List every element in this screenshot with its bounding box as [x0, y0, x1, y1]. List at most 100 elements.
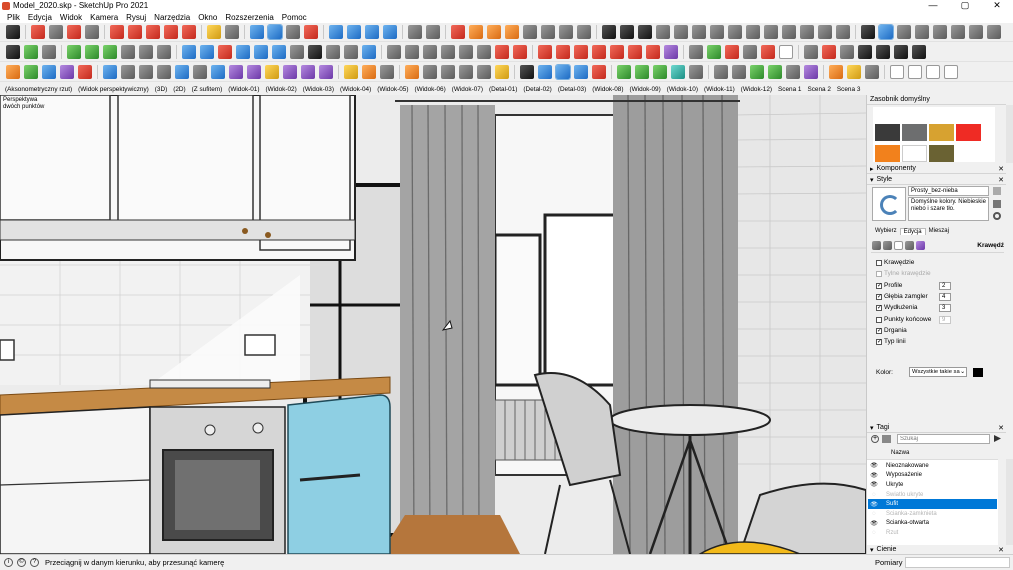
close-button[interactable]: ✕ [981, 0, 1013, 11]
ext-tool-9-icon[interactable] [602, 25, 616, 39]
tags-panel-header[interactable]: ▾ Tagi ✕ [867, 423, 1006, 433]
scene-tab[interactable]: (3D) [152, 84, 170, 95]
follow-me-icon[interactable] [128, 25, 142, 39]
maximize-button[interactable]: ▢ [949, 0, 981, 11]
eye-icon[interactable]: 👁 [868, 501, 880, 508]
align-3-icon[interactable] [103, 45, 117, 59]
box-3-icon[interactable] [139, 65, 153, 79]
measurements-input[interactable] [905, 557, 1010, 568]
dimension-3-icon[interactable] [157, 45, 171, 59]
material-swatch[interactable] [902, 124, 927, 141]
style-name-field[interactable]: Prosty_bez-nieba [908, 186, 989, 196]
components-panel-header[interactable]: ▸ Komponenty ✕ [867, 164, 1006, 174]
box-7-icon[interactable] [211, 65, 225, 79]
rotate-cross-icon[interactable] [894, 45, 908, 59]
material-swatch[interactable] [875, 145, 900, 162]
dimension-1-icon[interactable] [121, 45, 135, 59]
background-settings-icon[interactable] [894, 241, 903, 250]
ext-tool-1-icon[interactable] [451, 25, 465, 39]
style-option-checkbox[interactable]: Krawędzie [876, 258, 914, 267]
ext-tool-19-icon[interactable] [782, 25, 796, 39]
ext-tool-18-icon[interactable] [764, 25, 778, 39]
tag-row[interactable]: ◌ Rzut [868, 528, 997, 538]
arrow-2-icon[interactable] [840, 45, 854, 59]
ext-tool-2-icon[interactable] [469, 25, 483, 39]
line-3-icon[interactable] [477, 45, 491, 59]
right-view-icon[interactable] [951, 25, 965, 39]
grid-3-icon[interactable] [218, 45, 232, 59]
scene-tab[interactable]: (Aksonometryczny rzut) [2, 84, 75, 95]
box-9-icon[interactable] [247, 65, 261, 79]
display-section-icon[interactable] [347, 25, 361, 39]
ext-tool-5-icon[interactable] [523, 25, 537, 39]
move-icon[interactable] [146, 25, 160, 39]
grid-9-icon[interactable] [326, 45, 340, 59]
eye-icon[interactable]: 👁 [868, 481, 880, 488]
materials-panel-header[interactable]: Zasobnik domyślny [867, 95, 1006, 105]
ext-tool-14-icon[interactable] [692, 25, 706, 39]
diamond-7-icon[interactable] [646, 45, 660, 59]
house-2-icon[interactable] [24, 65, 38, 79]
tab-mix[interactable]: Mieszaj [926, 228, 952, 235]
scene-tab[interactable]: (Widok-02) [262, 84, 299, 95]
pen-icon[interactable] [495, 45, 509, 59]
ext-tool-20-icon[interactable] [800, 25, 814, 39]
table-1-icon[interactable] [387, 45, 401, 59]
ext-tool-24-icon[interactable] [878, 24, 894, 40]
walk-3-icon[interactable] [574, 65, 588, 79]
scene-tab[interactable]: (Widok-07) [449, 84, 486, 95]
material-swatch[interactable] [875, 124, 900, 141]
style-option-value[interactable]: 3 [939, 303, 951, 312]
ext-tool-16-icon[interactable] [728, 25, 742, 39]
style-option-checkbox[interactable]: Tylne krawędzie [876, 269, 931, 278]
scene-tab[interactable]: (Detal-01) [486, 84, 520, 95]
edge-color-select[interactable]: Wszystkie takie sa ⌄ [909, 367, 967, 377]
circle-1-icon[interactable] [689, 45, 703, 59]
info-icon[interactable] [344, 65, 358, 79]
tags-scrollbar[interactable] [1006, 459, 1013, 545]
scene-tab[interactable]: (2D) [170, 84, 188, 95]
select-tool-icon[interactable] [6, 25, 20, 39]
scene-tab[interactable]: (Widok-09) [626, 84, 663, 95]
style-option-checkbox[interactable]: ✓ Profile [876, 281, 902, 290]
add-tag-icon[interactable]: + [871, 435, 879, 443]
front-view-icon[interactable] [933, 25, 947, 39]
warehouse-icon[interactable] [426, 25, 440, 39]
tag-row[interactable]: 👁 Nieoznakowane [868, 461, 997, 471]
nav-3-icon[interactable] [768, 65, 782, 79]
scene-tab[interactable]: (Widok-05) [374, 84, 411, 95]
shadows-panel-header[interactable]: ▾ Cienie ✕ [867, 545, 1006, 554]
circle-5-icon[interactable] [761, 45, 775, 59]
tag-row[interactable]: 👁 Sufit [868, 499, 997, 509]
face-settings-icon[interactable] [883, 241, 892, 250]
nav-5-icon[interactable] [804, 65, 818, 79]
material-swatch[interactable] [956, 124, 981, 141]
scene-tab[interactable]: (Widok-12) [738, 84, 775, 95]
cursor-icon[interactable] [858, 45, 872, 59]
scene-tab[interactable]: (Widok-11) [701, 84, 738, 95]
style-option-checkbox[interactable]: ✓ Typ linii [876, 337, 906, 346]
align-2-icon[interactable] [85, 45, 99, 59]
checkmark-icon[interactable]: ✓ [876, 338, 882, 345]
line-2-icon[interactable] [459, 45, 473, 59]
zoom-extents-icon[interactable] [304, 25, 318, 39]
grid-tool-icon[interactable] [592, 65, 606, 79]
grid-11-icon[interactable] [362, 45, 376, 59]
close-shadows-icon[interactable]: ✕ [998, 546, 1004, 554]
grid-10-icon[interactable] [344, 45, 358, 59]
checkmark-icon[interactable]: ✓ [876, 304, 882, 311]
align-1-icon[interactable] [67, 45, 81, 59]
select-arrow-icon[interactable] [6, 45, 20, 59]
nav-1-icon[interactable] [732, 65, 746, 79]
cam-1-icon[interactable] [477, 65, 491, 79]
prev-icon[interactable] [441, 65, 455, 79]
grid-4-icon[interactable] [236, 45, 250, 59]
ext-tool-15-icon[interactable] [710, 25, 724, 39]
box-12-icon[interactable] [301, 65, 315, 79]
style-home-icon[interactable] [993, 187, 1001, 195]
move-4-icon[interactable] [520, 65, 534, 79]
box-5-icon[interactable] [175, 65, 189, 79]
edge-color-swatch[interactable] [973, 368, 983, 377]
make-component-icon[interactable] [24, 45, 38, 59]
ext-tool-21-icon[interactable] [818, 25, 832, 39]
